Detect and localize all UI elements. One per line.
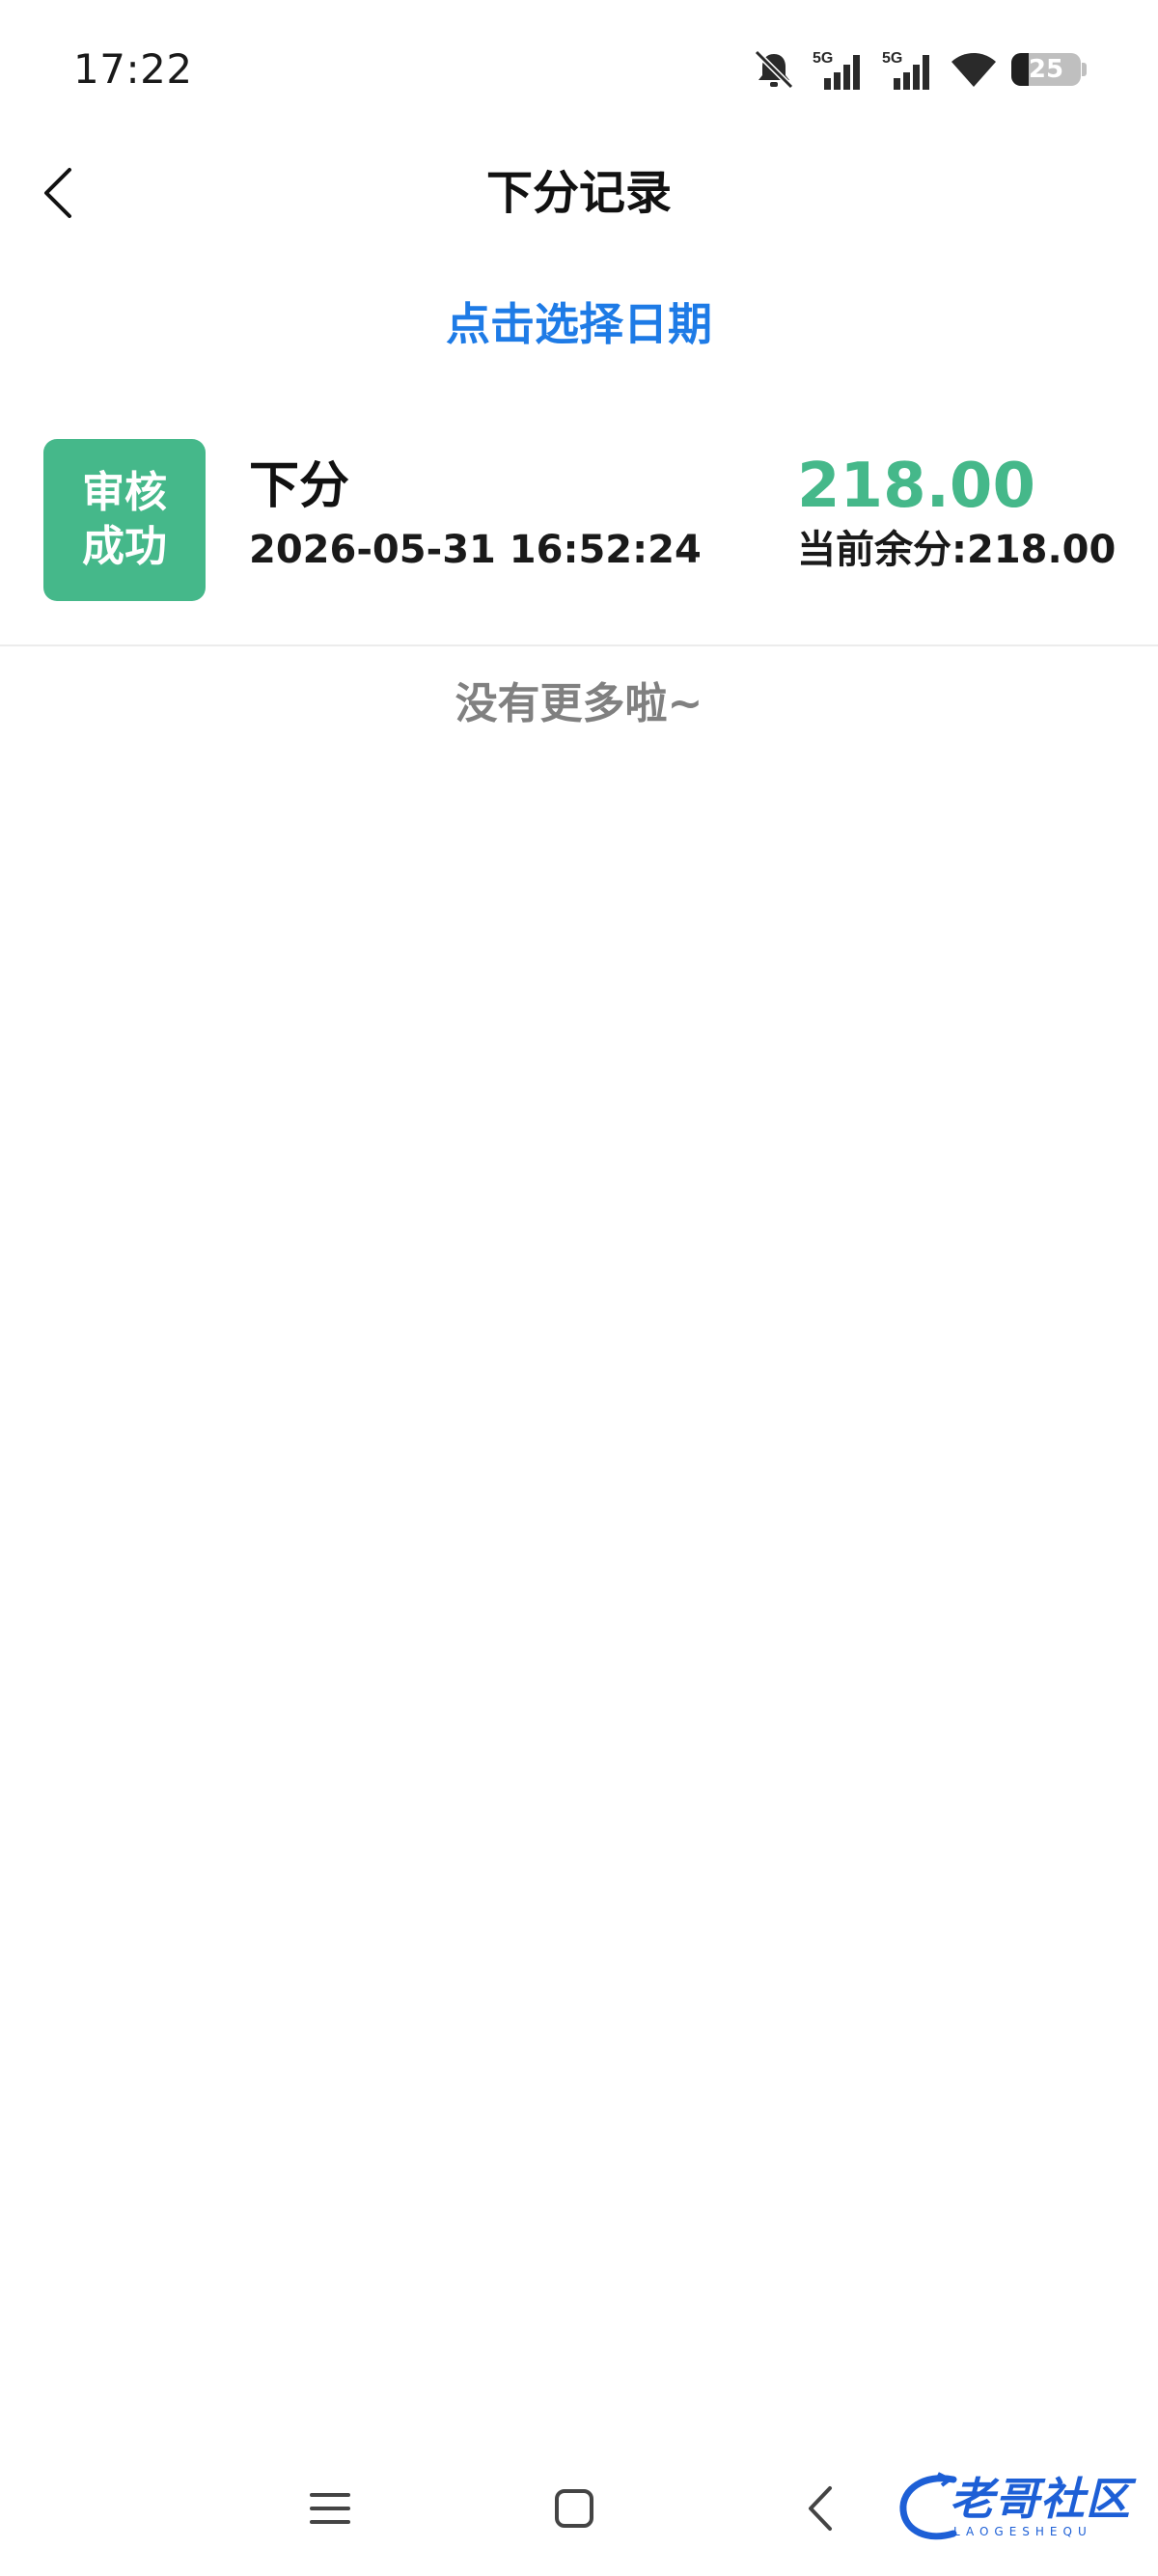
nav-home-button[interactable] [536,2470,613,2547]
battery-level: 25 [1028,55,1064,84]
page-title: 下分记录 [485,166,672,220]
battery-icon: 25 [1011,53,1087,86]
bell-muted-icon [754,49,794,90]
status-time: 17:22 [73,45,193,93]
record-balance: 当前余分:218.00 [797,528,1117,572]
signal-icon: 5G [882,50,929,90]
nav-back-button[interactable] [782,2470,859,2547]
back-chevron-icon [809,2486,832,2531]
status-badge-line: 成功 [82,522,167,571]
header: 下分记录 [0,135,1158,251]
status-badge-line: 审核 [82,468,167,517]
status-bar: 17:22 5G 5G 25 [0,0,1158,135]
status-badge: 审核 成功 [43,439,206,601]
network-label: 5G [813,50,833,67]
list-item[interactable]: 审核 成功 下分 2026-05-31 16:52:24 218.00 当前余分… [0,415,1158,646]
record-type: 下分 [249,457,350,515]
wifi-icon [951,53,996,87]
network-label: 5G [882,50,902,67]
watermark-logo: 老哥社区 LAOGESHEQU [896,2470,1142,2547]
signal-icon: 5G [813,50,860,90]
watermark-subtext: LAOGESHEQU [953,2525,1092,2538]
home-square-icon [555,2489,593,2528]
menu-icon [310,2493,350,2524]
watermark-text: 老哥社区 [950,2473,1131,2525]
list-end-message: 没有更多啦~ [455,679,703,728]
record-datetime: 2026-05-31 16:52:24 [249,528,702,572]
status-icons: 5G 5G 25 [751,42,1087,96]
nav-menu-button[interactable] [291,2470,369,2547]
date-picker-link[interactable]: 点击选择日期 [0,295,1158,353]
record-amount: 218.00 [797,451,1035,522]
